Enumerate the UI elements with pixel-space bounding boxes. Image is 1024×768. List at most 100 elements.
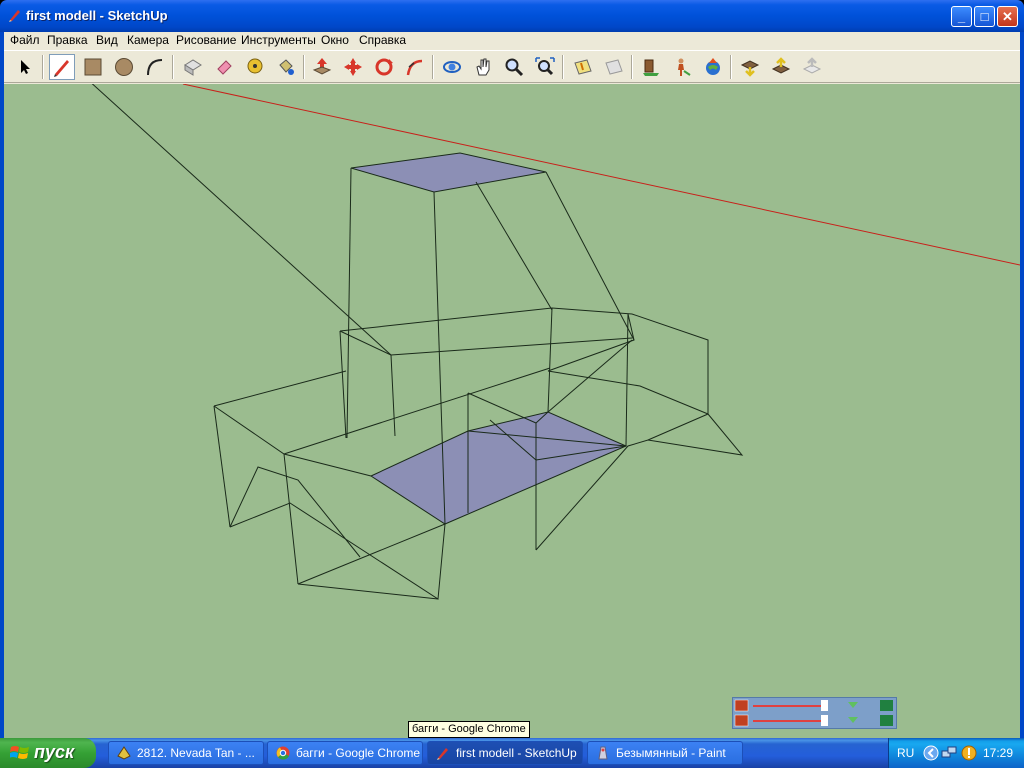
menu-window[interactable]: Окно [321,33,349,47]
toolbar-separator [42,55,44,79]
slider-thumb-top[interactable] [821,700,828,711]
menu-camera[interactable]: Камера [127,33,169,47]
model-canvas[interactable] [4,84,1020,738]
start-label: пуск [34,742,75,762]
taskbar-item-label: Безымянный - Paint [616,746,726,760]
toolbar-separator [730,55,732,79]
section-display-icon [605,59,623,75]
section-display-button[interactable] [601,54,627,80]
close-button[interactable]: ✕ [997,6,1018,27]
windows-logo-icon [10,746,29,759]
menu-bar: Файл Правка Вид Камера Рисование Инструм… [4,32,1020,50]
section-plane-icon [574,59,592,75]
upload-component-button[interactable] [799,54,825,80]
sketchup-icon [437,748,448,760]
taskbar-item-label: багги - Google Chrome [296,746,421,760]
maximize-button[interactable]: □ [974,6,995,27]
follow-me-icon [406,59,423,76]
zoom-icon [505,58,524,77]
clock[interactable]: 17:29 [983,746,1013,760]
network-icon[interactable] [941,745,957,761]
add-person-button[interactable] [669,54,695,80]
make-component-button[interactable] [180,54,206,80]
rectangle-icon [84,58,102,76]
paint-bucket-icon [279,59,294,75]
toolbar-separator [432,55,434,79]
make-component-icon [184,59,202,76]
move-tool-button[interactable] [340,54,366,80]
settings-icon[interactable] [880,715,893,726]
place-model-button[interactable] [638,54,664,80]
rectangle-tool-button[interactable] [80,54,106,80]
eraser-tool-button[interactable] [211,54,237,80]
taskbar-item-winamp[interactable]: 2812. Nevada Tan - ... [108,741,264,765]
modeling-viewport[interactable] [4,84,1020,738]
language-indicator[interactable]: RU [897,746,914,760]
taskbar-item-label: 2812. Nevada Tan - ... [137,746,255,760]
select-tool-button[interactable] [12,54,38,80]
toolbar-separator [172,55,174,79]
place-model-icon [643,59,659,76]
menu-file[interactable]: Файл [10,33,40,47]
menu-tools[interactable]: Инструменты [241,33,316,47]
minimize-button[interactable]: _ [951,6,972,27]
menu-help[interactable]: Справка [359,33,406,47]
start-button[interactable]: пуск [0,738,96,768]
share-model-button[interactable] [768,54,794,80]
move-icon [344,58,362,76]
get-models-icon [740,60,760,77]
chrome-icon [276,746,290,760]
taskbar-item-sketchup[interactable]: first modell - SketchUp [427,741,583,765]
google-earth-button[interactable] [700,54,726,80]
menu-view[interactable]: Вид [96,33,118,47]
menu-edit[interactable]: Правка [47,33,88,47]
arc-tool-button[interactable] [142,54,168,80]
google-earth-icon [706,58,720,75]
follow-me-button[interactable] [402,54,428,80]
slider-icon-bottom[interactable] [734,714,749,727]
system-tray: RU 17:29 [888,738,1024,768]
pan-tool-button[interactable] [470,54,496,80]
arc-icon [147,59,163,76]
taskbar-item-paint[interactable]: Безымянный - Paint [587,741,743,765]
zoom-tool-button[interactable] [501,54,527,80]
main-toolbar [4,50,1020,83]
get-models-button[interactable] [737,54,763,80]
taskbar: пуск 2812. Nevada Tan - ... багги - Goog… [0,738,1024,768]
menu-draw[interactable]: Рисование [176,33,236,47]
slider-thumb-bottom[interactable] [821,715,828,726]
pan-icon [476,58,490,76]
maximize-icon: □ [980,9,989,24]
window-title: first modell - SketchUp [26,8,168,23]
slider-icon-top[interactable] [734,699,749,712]
taskbar-item-chrome[interactable]: багги - Google Chrome [267,741,423,765]
taskbar-item-label: first modell - SketchUp [456,746,577,760]
sketchup-app-icon [9,10,20,22]
select-icon [21,60,30,74]
orbit-icon [443,61,461,73]
orbit-tool-button[interactable] [439,54,465,80]
push-pull-button[interactable] [309,54,335,80]
tray-expand-icon[interactable] [923,745,939,761]
tape-measure-icon [247,58,263,74]
model-wireframe [91,84,744,600]
toolbar-separator [631,55,633,79]
paint-icon [598,746,608,760]
tape-measure-button[interactable] [242,54,268,80]
minimize-icon: _ [957,9,966,24]
toolbar-separator [303,55,305,79]
taskbar-tooltip: багги - Google Chrome [408,721,530,738]
title-bar[interactable]: first modell - SketchUp _ □ ✕ [0,0,1024,32]
volume-sliders-widget [732,697,897,729]
upload-icon [802,57,822,74]
eraser-icon [217,60,232,75]
paint-bucket-button[interactable] [273,54,299,80]
section-plane-button[interactable] [570,54,596,80]
zoom-extents-button[interactable] [532,54,558,80]
red-axis-line [182,84,1020,266]
security-alert-icon[interactable] [961,745,977,761]
rotate-tool-button[interactable] [371,54,397,80]
speaker-icon[interactable] [880,700,893,711]
circle-tool-button[interactable] [111,54,137,80]
pencil-tool-button[interactable] [49,54,75,80]
